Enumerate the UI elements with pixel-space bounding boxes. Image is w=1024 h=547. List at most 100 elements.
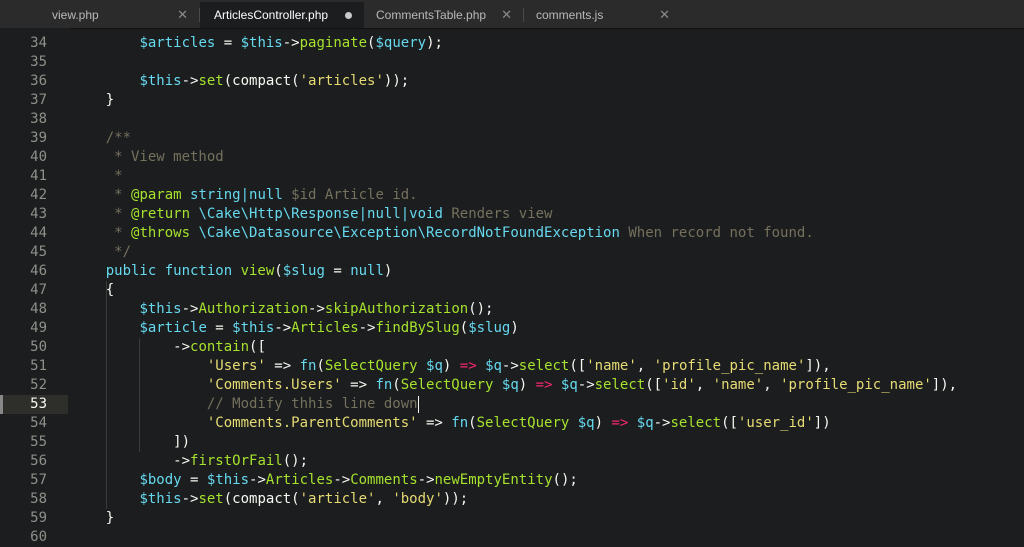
close-icon[interactable]: ✕ (501, 7, 512, 23)
code-token: $q (485, 358, 502, 374)
code-token: -> (358, 320, 376, 336)
code-token: $q (560, 377, 578, 393)
code-line[interactable]: $articles = $this->paginate($query); (72, 34, 442, 53)
code-token: string|null (190, 187, 283, 203)
code-line[interactable]: $article = $this->Articles->findBySlug($… (72, 319, 518, 338)
line-number[interactable]: 42 (0, 186, 47, 205)
code-token: 'article' (299, 491, 376, 507)
line-number[interactable]: 44 (0, 224, 47, 243)
code-token: $this (232, 320, 275, 336)
tab-label: view.php (52, 8, 99, 22)
code-line[interactable]: 'Comments.ParentComments' => fn(SelectQu… (72, 414, 831, 433)
code-token: ) (518, 377, 536, 393)
code-token: ]) (813, 415, 831, 431)
code-token: 'profile_pic_name' (653, 358, 806, 374)
code-line[interactable]: * @throws \Cake\Datasource\Exception\Rec… (72, 224, 814, 243)
line-number[interactable]: 51 (0, 357, 47, 376)
code-line[interactable]: } (72, 509, 114, 528)
code-line[interactable]: 'Comments.Users' => fn(SelectQuery $q) =… (72, 376, 957, 395)
line-number[interactable]: 48 (0, 300, 47, 319)
line-number[interactable]: 43 (0, 205, 47, 224)
code-line[interactable]: ]) (72, 433, 190, 452)
code-line[interactable]: } (72, 91, 114, 110)
tab-comments-js[interactable]: comments.js ✕ (524, 2, 682, 28)
line-number[interactable]: 35 (0, 53, 47, 72)
line-number[interactable]: 39 (0, 129, 47, 148)
line-number[interactable]: 36 (0, 72, 47, 91)
code-token: -> (577, 377, 595, 393)
code-line[interactable]: $this->set(compact('article', 'body')); (72, 490, 468, 509)
line-number[interactable]: 57 (0, 471, 47, 490)
close-icon[interactable]: ✕ (177, 7, 188, 23)
code-token: select (594, 377, 646, 393)
code-line[interactable]: ->firstOrFail(); (72, 452, 308, 471)
code-token: $q (426, 358, 443, 374)
code-token: fn (451, 415, 469, 431)
code-line[interactable]: // Modify thhis line down (72, 395, 419, 414)
line-number[interactable]: 54 (0, 414, 47, 433)
code-token: Articles (265, 472, 334, 488)
line-number[interactable]: 50 (0, 338, 47, 357)
code-line[interactable]: /** (72, 129, 131, 148)
tab-label: comments.js (536, 8, 604, 22)
code-token: -> (501, 358, 519, 374)
code-line[interactable]: $this->set(compact('articles')); (72, 72, 409, 91)
line-number[interactable]: 55 (0, 433, 47, 452)
code-line[interactable]: $body = $this->Articles->Comments->newEm… (72, 471, 577, 490)
code-token: @throws (131, 225, 191, 241)
code-line[interactable]: * @param string|null $id Article id. (72, 186, 417, 205)
tab-commentstable-php[interactable]: CommentsTable.php ✕ (364, 2, 524, 28)
code-token: skipAuthorization (324, 301, 469, 317)
line-number[interactable]: 47 (0, 281, 47, 300)
code-token: -> (181, 73, 199, 89)
line-number[interactable]: 38 (0, 110, 47, 129)
line-number[interactable]: 60 (0, 528, 47, 547)
code-line[interactable]: */ (72, 243, 131, 262)
code-token: -> (282, 35, 300, 51)
line-number[interactable]: 52 (0, 376, 47, 395)
line-number[interactable]: 41 (0, 167, 47, 186)
code-line[interactable]: $this->Authorization->skipAuthorization(… (72, 300, 493, 319)
line-number[interactable]: 37 (0, 91, 47, 110)
line-number[interactable]: 56 (0, 452, 47, 471)
code-line[interactable]: 'Users' => fn(SelectQuery $q) => $q->sel… (72, 357, 831, 376)
line-number[interactable]: 40 (0, 148, 47, 167)
code-line[interactable]: * @return \Cake\Http\Response|null|void … (72, 205, 552, 224)
code-token: // Modify thhis line down (206, 396, 418, 412)
line-number[interactable]: 58 (0, 490, 47, 509)
close-icon[interactable]: ✕ (659, 7, 670, 23)
line-number[interactable]: 59 (0, 509, 47, 528)
code-line[interactable]: * View method (72, 148, 224, 167)
code-line[interactable]: { (72, 281, 114, 300)
line-number[interactable]: 53 (0, 395, 47, 414)
tab-articlescontroller-php[interactable]: ArticlesController.php (200, 2, 364, 28)
line-number[interactable]: 49 (0, 319, 47, 338)
line-number[interactable]: 46 (0, 262, 47, 281)
code-line[interactable]: * (72, 167, 122, 186)
indent-guide (139, 338, 140, 452)
code-token: $q (577, 415, 595, 431)
code-token: , (636, 358, 654, 374)
code-token: $slug (468, 320, 511, 336)
code-token: paginate (299, 35, 368, 51)
code-token: Comments (350, 472, 418, 488)
code-token: = (181, 472, 207, 488)
line-number[interactable]: 34 (0, 34, 47, 53)
code-token: -> (653, 415, 671, 431)
code-line[interactable]: ->contain([ (72, 338, 266, 357)
code-token: SelectQuery (476, 415, 570, 431)
code-token: 'Comments.ParentComments' (206, 415, 418, 431)
code-editor[interactable]: 34 35 36 37 38 39 40 41 42 43 44 45 46 47 48 49 50 51 52 53… (0, 28, 1024, 545)
code-token: $this (206, 472, 250, 488)
unsaved-dot-icon[interactable] (345, 11, 352, 19)
code-token: => (265, 358, 300, 374)
code-token: select (670, 415, 722, 431)
line-number-gutter[interactable]: 34 35 36 37 38 39 40 41 42 43 44 45 46 47 48 49 50 51 52 53… (0, 28, 70, 545)
code-line[interactable]: public function view($slug = null) (72, 262, 393, 281)
code-token: ) (442, 358, 460, 374)
tab-view-php[interactable]: view.php ✕ (0, 2, 200, 28)
code-area[interactable]: $articles = $this->paginate($query); $th… (72, 28, 1024, 540)
line-number[interactable]: 45 (0, 243, 47, 262)
